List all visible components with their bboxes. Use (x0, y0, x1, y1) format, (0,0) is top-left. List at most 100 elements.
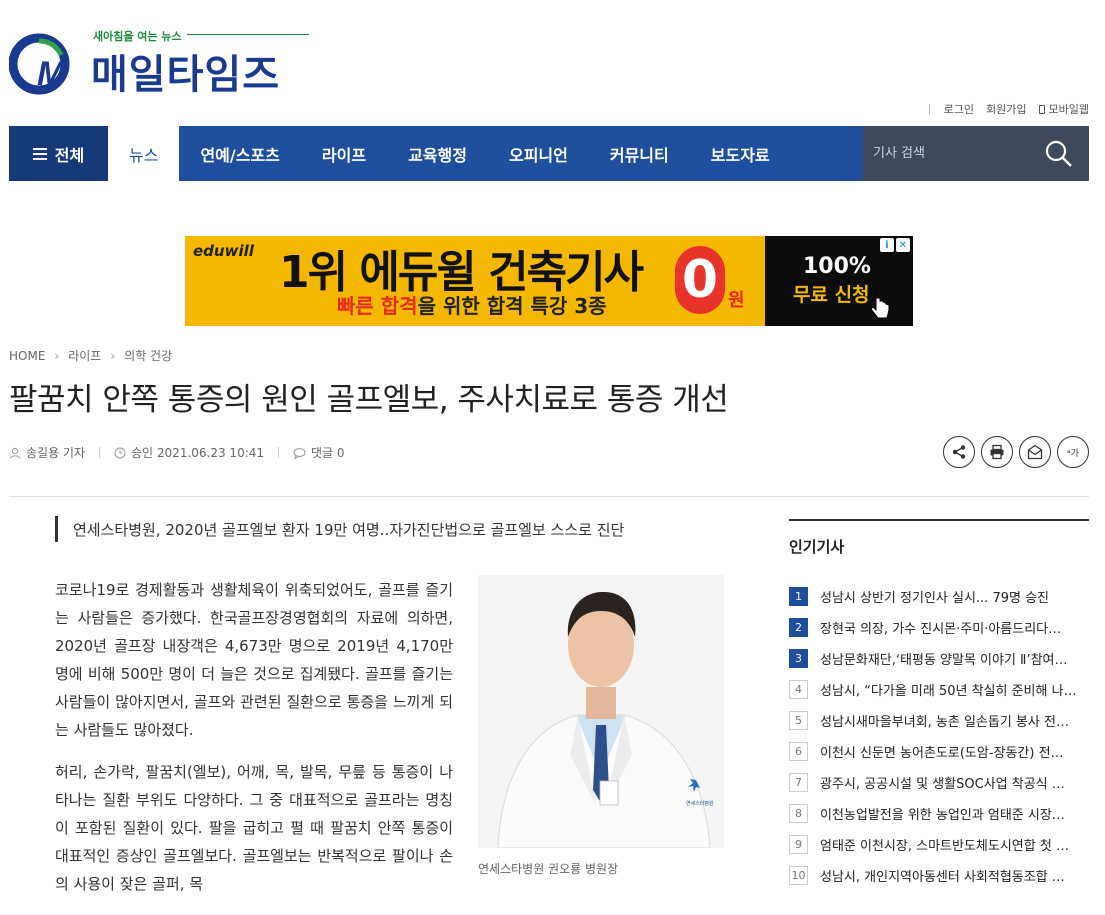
search-input[interactable] (863, 146, 1033, 161)
author-name: 송길용 기자 (26, 446, 86, 460)
popular-item-title: 성남문화재단,‘태평동 양말목 이야기 Ⅱ’참여… (820, 653, 1068, 668)
font-size-button[interactable]: ᵃ가 (1057, 436, 1089, 468)
breadcrumb-life[interactable]: 라이프 (68, 347, 101, 364)
nav-item-entertainment-sports[interactable]: 연예/스포츠 (179, 126, 300, 181)
popular-item-title: 이천시 신둔면 농어촌도로(도암-장동간) 전… (820, 746, 1064, 761)
nav-search-box (863, 126, 1089, 181)
popular-item-title: 성남시, “다가올 미래 50년 착실히 준비해 나… (820, 684, 1077, 699)
ad-banner[interactable]: eduwill 1위 에듀윌 건축기사 빠른 합격을 위한 합격 특강 3종 0… (185, 236, 913, 326)
ad-sub-bold: 합격 특강 3종 (486, 294, 607, 318)
byline-divider (99, 447, 101, 458)
popular-item-title: 엄태준 이천시장, 스마트반도체도시연합 첫 … (820, 839, 1069, 854)
ad-cta-panel[interactable]: 100% 무료 신청 i ✕ (765, 236, 913, 326)
header-divider (9, 496, 1089, 497)
email-icon (1027, 444, 1043, 460)
popular-item-title: 광주시, 공공시설 및 생활SOC사업 착공식 … (820, 777, 1065, 792)
breadcrumb-home[interactable]: HOME (9, 349, 45, 363)
popular-item[interactable]: 9 엄태준 이천시장, 스마트반도체도시연합 첫 … (789, 829, 1089, 860)
popular-item[interactable]: 8 이천농업발전을 위한 농업인과 엄태준 시장… (789, 798, 1089, 829)
nav-all-label: 전체 (54, 145, 85, 165)
login-link[interactable]: 로그인 (944, 101, 974, 117)
ad-sub-red: 빠른 합격 (337, 294, 418, 318)
approved-info: 승인 2021.06.23 10:41 (114, 444, 264, 461)
ad-close-icon[interactable]: ✕ (896, 238, 910, 252)
article-byline: 송길용 기자 승인 2021.06.23 10:41 댓글 0 (9, 444, 345, 461)
rank-badge: 6 (789, 742, 808, 761)
email-button[interactable] (1019, 436, 1051, 468)
comments-info[interactable]: 댓글 0 (293, 444, 345, 461)
popular-item[interactable]: 5 성남시새마을부녀회, 농촌 일손돕기 봉사 전… (789, 705, 1089, 736)
breadcrumb-medical[interactable]: 의학 건강 (124, 347, 172, 364)
site-logo[interactable]: M 새아침을 여는 뉴스 매일타임즈 (9, 28, 319, 98)
font-size-icon: ᵃ가 (1067, 448, 1079, 459)
rank-badge: 5 (789, 711, 808, 730)
popular-item[interactable]: 1 성남시 상반기 정기인사 실시... 79명 승진 (789, 581, 1089, 612)
share-button[interactable] (943, 436, 975, 468)
nav-all-menu-button[interactable]: 전체 (9, 126, 108, 181)
nav-item-community[interactable]: 커뮤니티 (589, 126, 690, 181)
ad-zero: 0 (675, 246, 725, 314)
chevron-right-icon: › (110, 348, 116, 363)
ad-subline: 빠른 합격을 위한 합격 특강 3종 (337, 290, 607, 319)
svg-text:M: M (37, 55, 66, 93)
font-size-label: 가 (1070, 448, 1079, 459)
ad-brand: eduwill (193, 242, 254, 260)
article-tools: ᵃ가 (943, 436, 1089, 468)
author-info: 송길용 기자 (9, 444, 85, 461)
person-icon (10, 447, 20, 459)
popular-list: 1 성남시 상반기 정기인사 실시... 79명 승진 2 장현국 의장, 가수 진… (789, 581, 1089, 891)
popular-articles: 인기기사 1 성남시 상반기 정기인사 실시... 79명 승진 2 장현국 의장,… (789, 519, 1089, 891)
clock-icon (114, 447, 126, 458)
article-photo[interactable]: 연세스타병원 (478, 575, 724, 848)
ad-sub-mid: 을 위한 (417, 294, 487, 318)
mobile-web-link[interactable]: 모바일웹 (1049, 101, 1089, 117)
nav-item-opinion[interactable]: 오피니언 (488, 126, 589, 181)
popular-heading: 인기기사 (789, 519, 1089, 581)
byline-divider (278, 447, 280, 458)
rank-badge: 7 (789, 773, 808, 792)
doctor-portrait-image (478, 575, 724, 848)
ad-controls: i ✕ (880, 238, 910, 252)
article-paragraph: 코로나19로 경제활동과 생활체육이 위축되었어도, 골프를 즐기는 사람들은 … (55, 581, 453, 739)
printer-icon (990, 444, 1004, 460)
article-title: 팔꿈치 안쪽 통증의 원인 골프엘보, 주사치료로 통증 개선 (9, 382, 729, 418)
popular-item[interactable]: 10 성남시, 개인지역아동센터 사회적협동조합 … (789, 860, 1089, 891)
rank-badge: 10 (789, 866, 808, 885)
photo-hospital-badge: 연세스타병원 (686, 801, 714, 807)
nav-item-press-release[interactable]: 보도자료 (690, 126, 791, 181)
article-body: 코로나19로 경제활동과 생활체육이 위축되었어도, 골프를 즐기는 사람들은 … (55, 576, 453, 912)
nav-item-education[interactable]: 교육행정 (387, 126, 488, 181)
popular-item-title: 성남시, 개인지역아동센터 사회적협동조합 … (820, 870, 1065, 885)
ad-info-icon[interactable]: i (880, 238, 894, 252)
search-icon[interactable] (1045, 140, 1073, 168)
rank-badge: 8 (789, 804, 808, 823)
ad-percent: 100% (803, 254, 871, 279)
comments-count: 댓글 0 (311, 446, 345, 460)
logo-underline (187, 34, 309, 35)
hamburger-icon (32, 147, 47, 160)
utility-links: 로그인 회원가입 모바일웹 (928, 101, 1089, 117)
article-subtitle: 연세스타병원, 2020년 골프엘보 환자 19만 여명..자가진단법으로 골프… (55, 516, 624, 542)
rank-badge: 9 (789, 835, 808, 854)
main-nav: 전체 뉴스 연예/스포츠 라이프 교육행정 오피니언 커뮤니티 보도자료 (9, 126, 1089, 181)
popular-item[interactable]: 6 이천시 신둔면 농어촌도로(도암-장동간) 전… (789, 736, 1089, 767)
popular-item[interactable]: 7 광주시, 공공시설 및 생활SOC사업 착공식 … (789, 767, 1089, 798)
mobile-icon (1038, 104, 1045, 114)
ad-free-signup: 무료 신청 (793, 284, 870, 306)
pointer-hand-icon (870, 297, 890, 319)
photo-caption: 연세스타병원 권오룡 병원장 (478, 862, 619, 876)
share-icon (952, 445, 966, 459)
popular-item-title: 장현국 의장, 가수 진시몬·주미·아름드리다… (820, 622, 1062, 637)
nav-item-news[interactable]: 뉴스 (108, 126, 180, 181)
print-button[interactable] (981, 436, 1013, 468)
signup-link[interactable]: 회원가입 (986, 101, 1026, 117)
nav-item-life[interactable]: 라이프 (301, 126, 387, 181)
chevron-right-icon: › (54, 348, 60, 363)
ad-won: 원 (728, 290, 745, 311)
popular-item[interactable]: 4 성남시, “다가올 미래 50년 착실히 준비해 나… (789, 674, 1089, 705)
breadcrumb: HOME › 라이프 › 의학 건강 (9, 347, 172, 364)
popular-item-title: 이천농업발전을 위한 농업인과 엄태준 시장… (820, 808, 1065, 823)
popular-item[interactable]: 2 장현국 의장, 가수 진시몬·주미·아름드리다… (789, 612, 1089, 643)
rank-badge: 1 (789, 587, 808, 606)
popular-item[interactable]: 3 성남문화재단,‘태평동 양말목 이야기 Ⅱ’참여… (789, 643, 1089, 674)
